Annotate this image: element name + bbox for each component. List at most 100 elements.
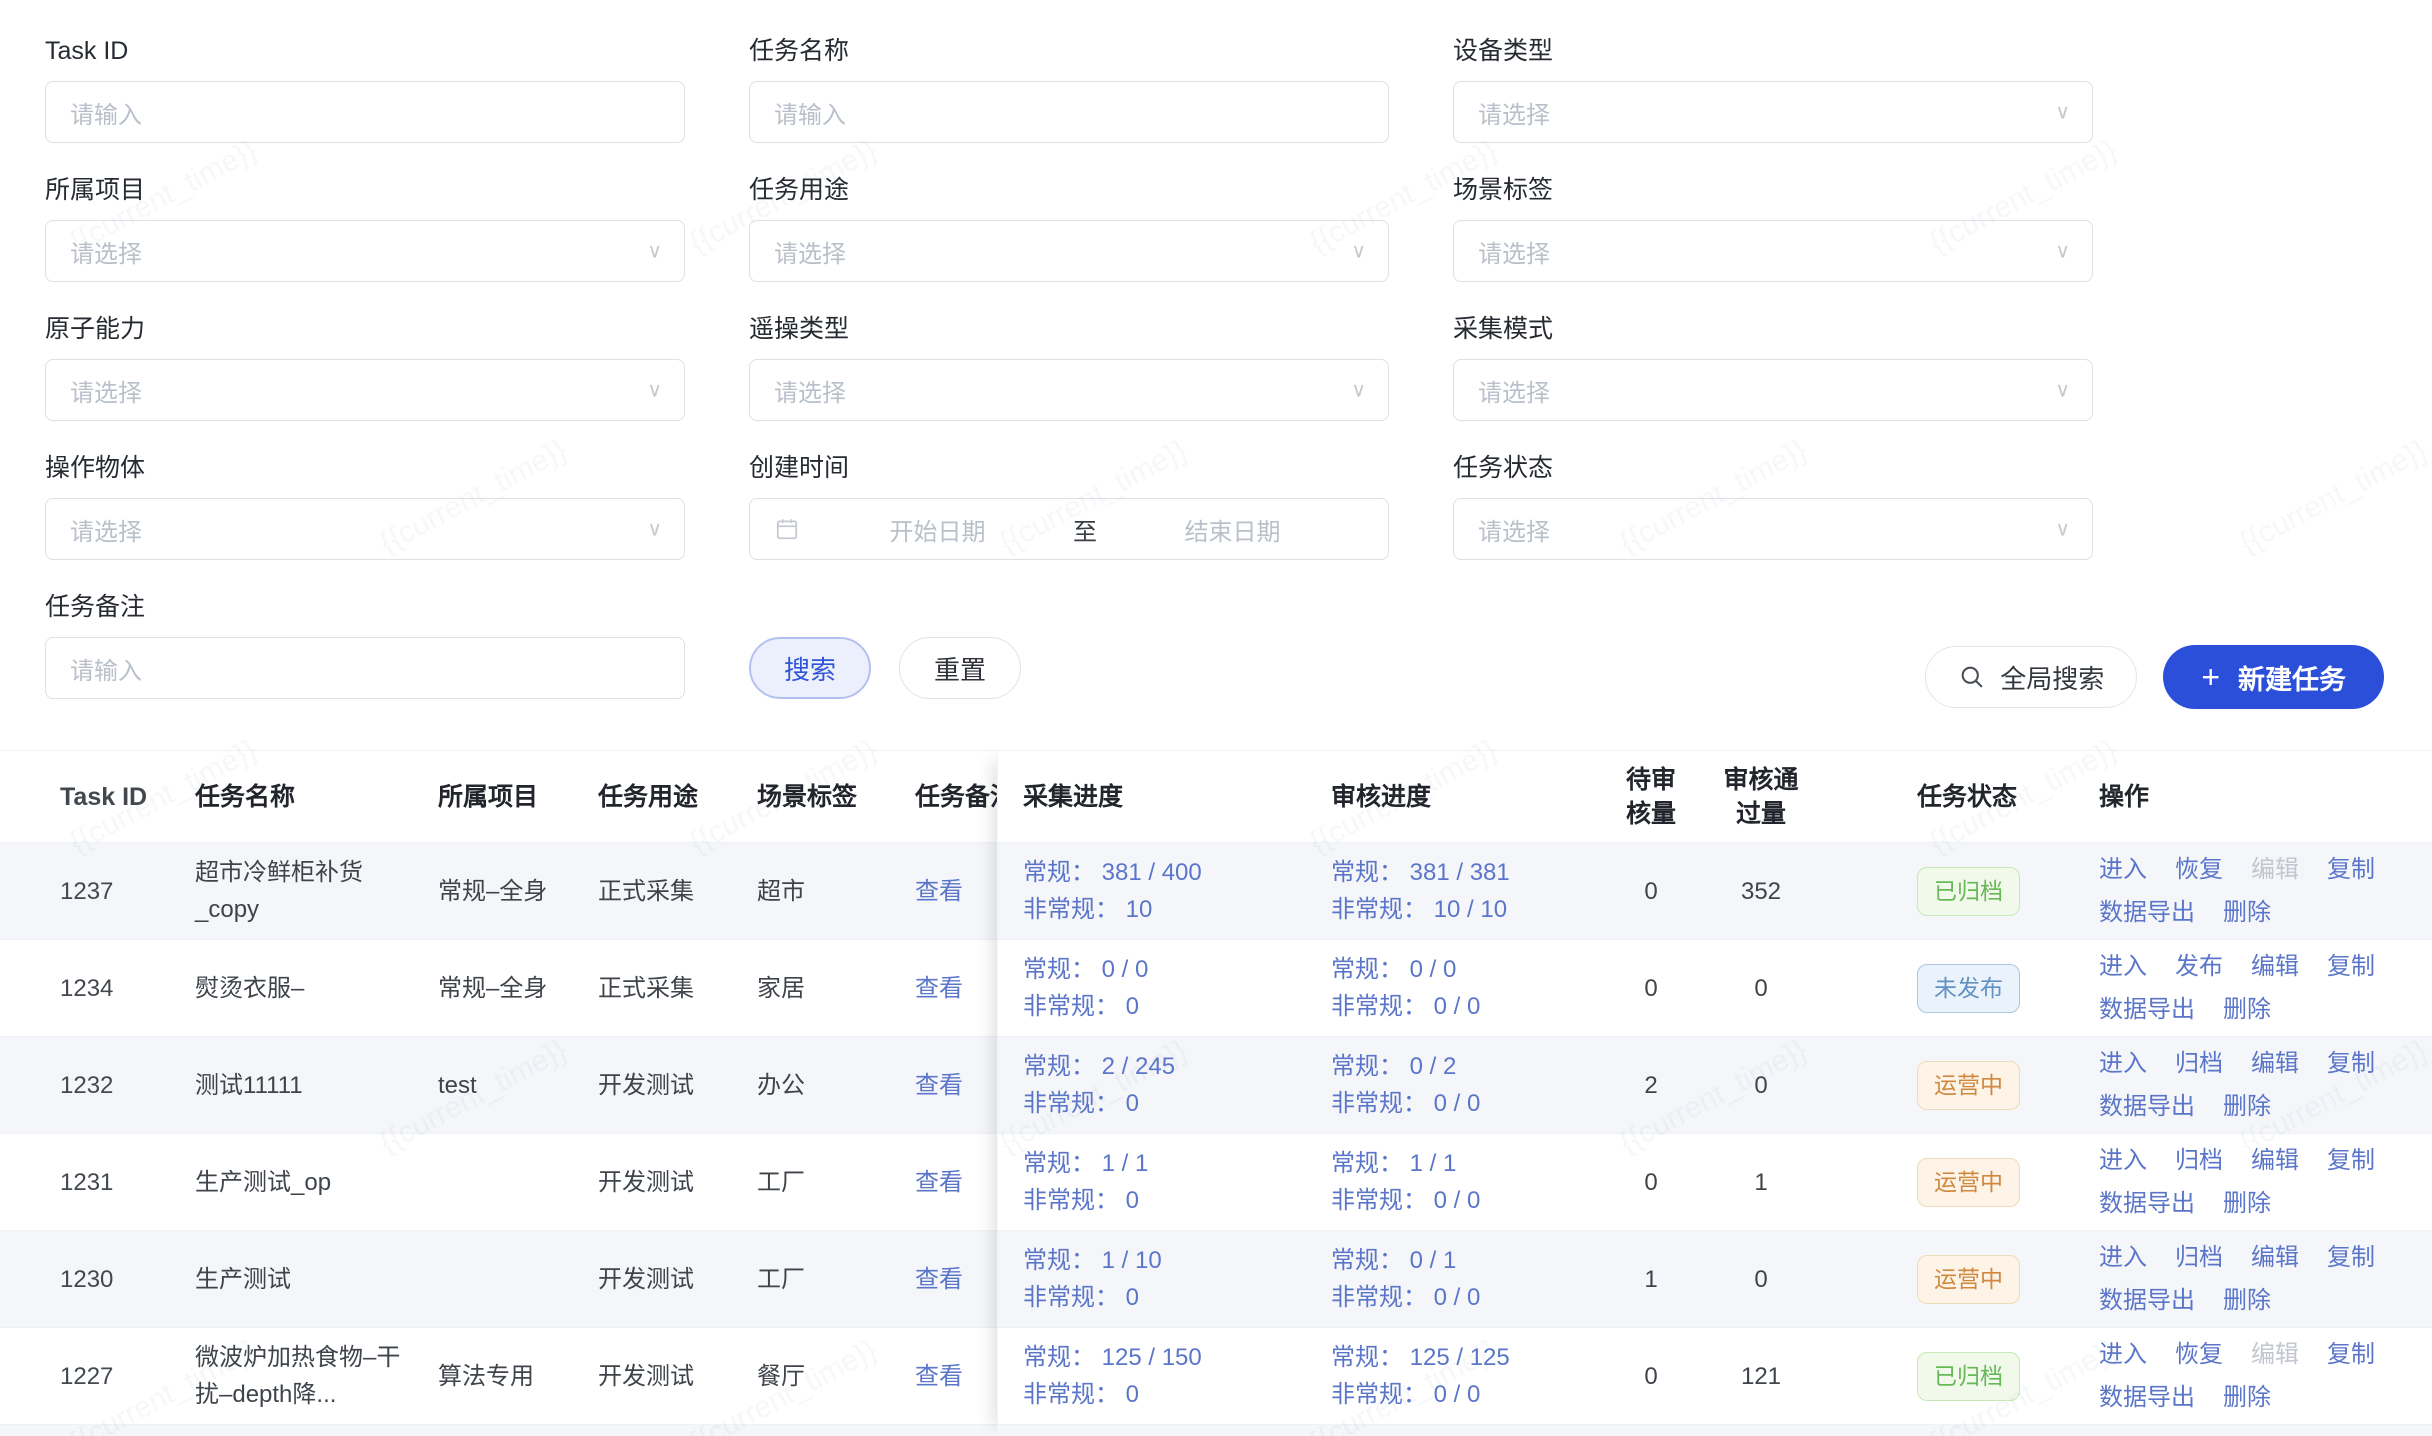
filter-field-atomic-ability: 原子能力 请选择 ∨ (45, 314, 685, 421)
action-edit[interactable]: 编辑 (2251, 1142, 2299, 1179)
filter-label: 任务名称 (749, 36, 1389, 66)
filter-label: 遥操类型 (749, 314, 1389, 344)
table-row-fixed: 常规： 1 / 1非常规： 0 常规： 1 / 1非常规： 0 / 0 0 1 … (998, 1134, 2432, 1231)
device-type-select[interactable]: 请选择 ∨ (1453, 81, 2093, 143)
action-copy[interactable]: 复制 (2327, 851, 2375, 888)
action-enter[interactable]: 进入 (2099, 851, 2147, 888)
action-delete[interactable]: 删除 (2223, 991, 2271, 1028)
filter-field-task-name: 任务名称 请输入 (749, 36, 1389, 143)
filter-field-object: 操作物体 请选择 ∨ (45, 453, 685, 560)
action-delete[interactable]: 删除 (2223, 1379, 2271, 1416)
cell-collect-progress: 常规： 381 / 400非常规： 10 (1023, 854, 1331, 928)
action-delete[interactable]: 删除 (2223, 894, 2271, 931)
cell-pending: 0 (1601, 873, 1701, 910)
action-copy[interactable]: 复制 (2327, 1336, 2375, 1373)
table-row-fixed: 常规： 125 / 150非常规： 0 常规： 125 / 125非常规： 0 … (998, 1328, 2432, 1425)
cell-passed: 121 (1701, 1358, 1821, 1395)
chevron-down-icon: ∨ (647, 239, 662, 264)
action-delete[interactable]: 删除 (2223, 1282, 2271, 1319)
action-copy[interactable]: 复制 (2327, 1045, 2375, 1082)
cell-scene: 工厂 (757, 1261, 915, 1298)
action-restore[interactable]: 恢复 (2175, 1336, 2223, 1373)
task-remark-input[interactable]: 请输入 (45, 637, 685, 699)
action-enter[interactable]: 进入 (2099, 1336, 2147, 1373)
action-edit[interactable]: 编辑 (2251, 1239, 2299, 1276)
task-id-input[interactable]: 请输入 (45, 81, 685, 143)
action-export[interactable]: 数据导出 (2099, 991, 2195, 1028)
action-restore[interactable]: 恢复 (2175, 851, 2223, 888)
task-status-select[interactable]: 请选择 ∨ (1453, 498, 2093, 560)
cell-status: 运营中 (1917, 1255, 2087, 1304)
cell-task-id: 1237 (60, 873, 195, 910)
action-copy[interactable]: 复制 (2327, 1239, 2375, 1276)
filter-field-task-remark: 任务备注 请输入 (45, 592, 685, 699)
cell-passed: 1 (1701, 1164, 1821, 1201)
col-project: 所属项目 (438, 780, 598, 814)
cell-passed: 0 (1701, 1261, 1821, 1298)
reset-button[interactable]: 重置 (899, 637, 1021, 699)
action-enter[interactable]: 进入 (2099, 1045, 2147, 1082)
cell-review-progress: 常规： 0 / 1非常规： 0 / 0 (1331, 1242, 1601, 1316)
create-time-range[interactable]: 开始日期 至 结束日期 (749, 498, 1389, 560)
object-select[interactable]: 请选择 ∨ (45, 498, 685, 560)
chevron-down-icon: ∨ (1351, 378, 1366, 403)
action-delete[interactable]: 删除 (2223, 1088, 2271, 1125)
view-note-link[interactable]: 查看 (915, 1072, 963, 1099)
filter-label: 任务用途 (749, 175, 1389, 205)
cell-status: 已归档 (1917, 867, 2087, 916)
action-enter[interactable]: 进入 (2099, 1142, 2147, 1179)
view-note-link[interactable]: 查看 (915, 1266, 963, 1293)
filter-label: 所属项目 (45, 175, 685, 205)
action-export[interactable]: 数据导出 (2099, 1088, 2195, 1125)
create-task-button[interactable]: + 新建任务 (2163, 645, 2384, 709)
action-export[interactable]: 数据导出 (2099, 1379, 2195, 1416)
filter-panel: Task ID 请输入 任务名称 请输入 设备类型 请选择 ∨ 所属项目 (0, 0, 2432, 750)
table-row-fixed: 常规： 381 / 400非常规： 10 常规： 381 / 381非常规： 1… (998, 843, 2432, 940)
view-note-link[interactable]: 查看 (915, 975, 963, 1002)
task-table: Task ID 任务名称 所属项目 任务用途 场景标签 任务备注 1237 超市… (0, 750, 2432, 1436)
global-search-button[interactable]: 全局搜索 (1925, 646, 2137, 708)
action-enter[interactable]: 进入 (2099, 1239, 2147, 1276)
cell-collect-progress: 常规： 1 / 1非常规： 0 (1023, 1145, 1331, 1219)
search-button[interactable]: 搜索 (749, 637, 871, 699)
status-badge: 已归档 (1917, 1352, 2020, 1401)
view-note-link[interactable]: 查看 (915, 1169, 963, 1196)
placeholder-text: 请选择 (70, 234, 142, 269)
action-edit[interactable]: 编辑 (2251, 1045, 2299, 1082)
view-note-link[interactable]: 查看 (915, 1363, 963, 1390)
action-publish[interactable]: 发布 (2175, 948, 2223, 985)
action-archive[interactable]: 归档 (2175, 1239, 2223, 1276)
collect-mode-select[interactable]: 请选择 ∨ (1453, 359, 2093, 421)
col-usage: 任务用途 (598, 780, 757, 814)
cell-review-progress: 常规： 0 / 0非常规： 0 / 0 (1331, 951, 1601, 1025)
action-archive[interactable]: 归档 (2175, 1142, 2223, 1179)
chevron-down-icon: ∨ (647, 517, 662, 542)
action-export[interactable]: 数据导出 (2099, 1185, 2195, 1222)
action-edit[interactable]: 编辑 (2251, 948, 2299, 985)
action-copy[interactable]: 复制 (2327, 948, 2375, 985)
action-export[interactable]: 数据导出 (2099, 894, 2195, 931)
scene-tag-select[interactable]: 请选择 ∨ (1453, 220, 2093, 282)
action-edit: 编辑 (2251, 1336, 2299, 1373)
view-note-link[interactable]: 查看 (915, 878, 963, 905)
chevron-down-icon: ∨ (2055, 239, 2070, 264)
cell-task-id: 1231 (60, 1164, 195, 1201)
cell-task-name: 微波炉加热食物–干扰–depth降... (195, 1339, 438, 1413)
task-name-input[interactable]: 请输入 (749, 81, 1389, 143)
action-copy[interactable]: 复制 (2327, 1142, 2375, 1179)
filter-field-teleop-type: 遥操类型 请选择 ∨ (749, 314, 1389, 421)
usage-select[interactable]: 请选择 ∨ (749, 220, 1389, 282)
cell-review-progress: 常规： 1 / 1非常规： 0 / 0 (1331, 1145, 1601, 1219)
action-enter[interactable]: 进入 (2099, 948, 2147, 985)
project-select[interactable]: 请选择 ∨ (45, 220, 685, 282)
calendar-icon (774, 516, 800, 542)
action-delete[interactable]: 删除 (2223, 1185, 2271, 1222)
table-row-fixed: 常规： 1 / 10非常规： 0 常规： 0 / 1非常规： 0 / 0 1 0… (998, 1231, 2432, 1328)
atomic-ability-select[interactable]: 请选择 ∨ (45, 359, 685, 421)
cell-task-name: 生产测试 (195, 1261, 438, 1298)
action-archive[interactable]: 归档 (2175, 1045, 2223, 1082)
action-export[interactable]: 数据导出 (2099, 1282, 2195, 1319)
table-row-fixed: 常规： 2 / 245非常规： 0 常规： 0 / 2非常规： 0 / 0 2 … (998, 1037, 2432, 1134)
cell-collect-progress: 常规： 2 / 245非常规： 0 (1023, 1048, 1331, 1122)
teleop-type-select[interactable]: 请选择 ∨ (749, 359, 1389, 421)
